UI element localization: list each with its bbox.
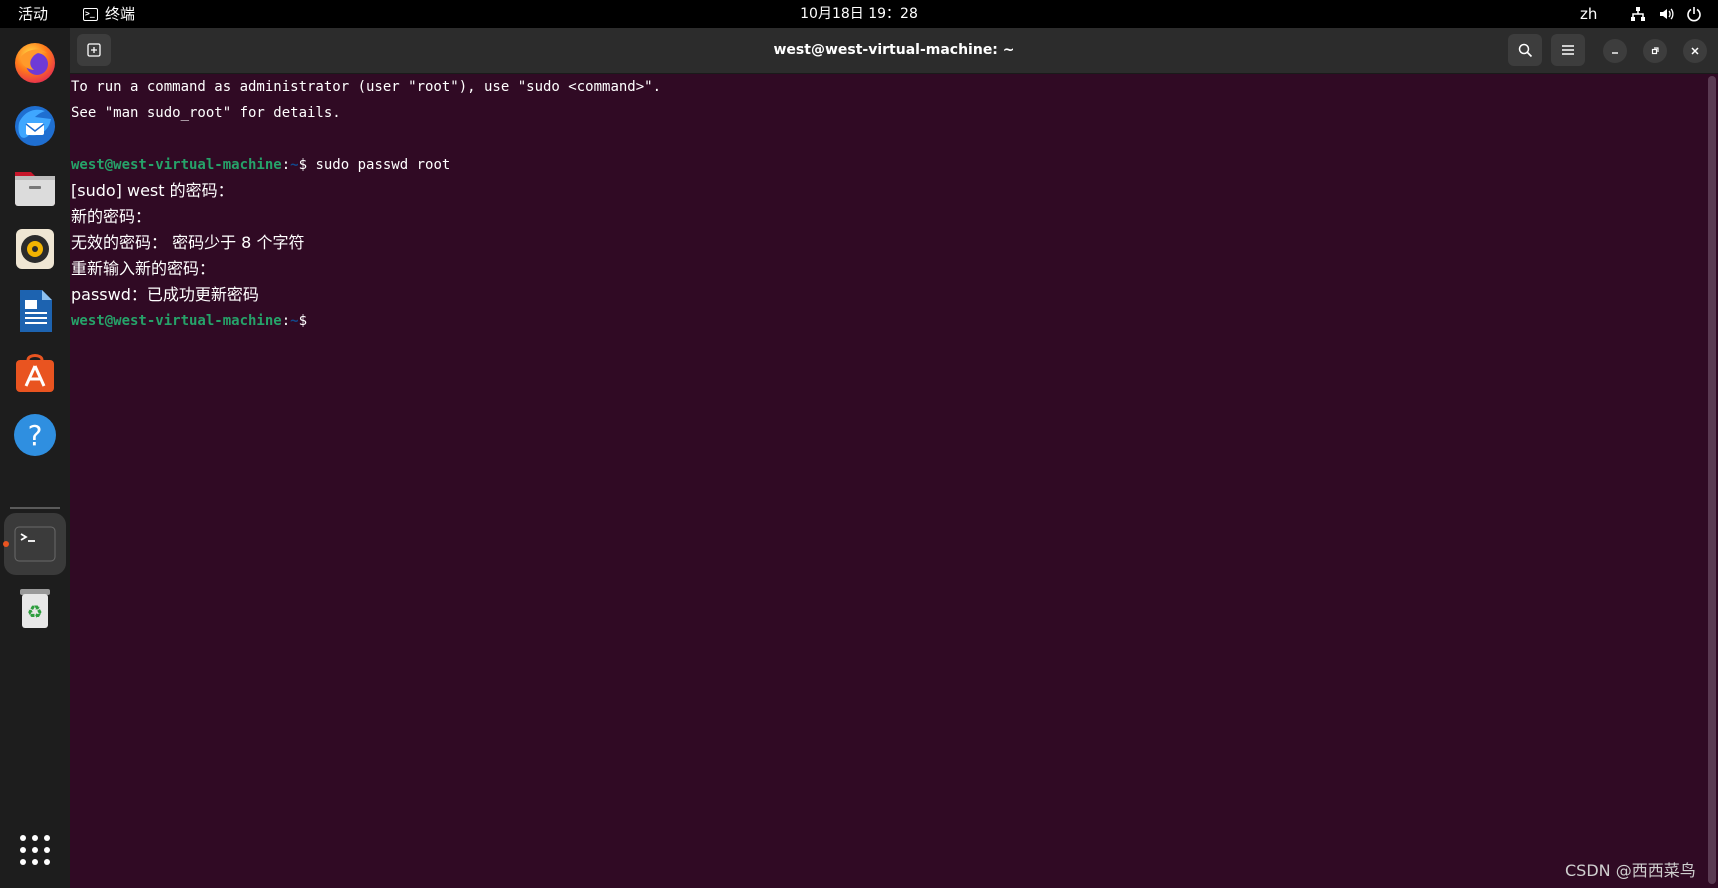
top-bar: 活动 >_ 终端 10月18日 19：28 zh [0, 0, 1718, 28]
minimize-icon [1612, 52, 1618, 54]
dock: ? ♻ [0, 28, 70, 888]
prompt-command: $ [298, 313, 308, 329]
terminal-icon [14, 526, 56, 562]
maximize-button[interactable] [1643, 39, 1667, 63]
prompt-path: ~ [290, 157, 299, 173]
terminal-prompt-line: west@west-virtual-machine:~$ [71, 308, 307, 334]
dock-files[interactable] [4, 156, 66, 218]
search-button[interactable] [1508, 34, 1542, 66]
show-apps-button[interactable] [4, 819, 66, 881]
terminal-line: See "man sudo_root" for details. [71, 105, 341, 121]
rhythmbox-icon [16, 229, 54, 269]
firefox-icon [15, 43, 55, 83]
trash-icon: ♻ [20, 589, 50, 628]
header-bar: west@west-virtual-machine: ~ [70, 28, 1718, 74]
terminal-line: 重新输入新的密码： [71, 259, 216, 278]
files-icon [15, 172, 55, 206]
hamburger-icon [1562, 45, 1574, 55]
volume-icon[interactable] [1658, 6, 1674, 22]
clock[interactable]: 10月18日 19：28 [0, 0, 1718, 28]
grid-icon [20, 835, 50, 865]
dock-trash[interactable]: ♻ [4, 577, 66, 639]
restore-icon [1651, 47, 1659, 55]
terminal-output[interactable]: To run a command as administrator (user … [71, 74, 1703, 884]
prompt-command: $ sudo passwd root [298, 157, 451, 173]
terminal-line: 新的密码： [71, 207, 152, 226]
prompt-user-host: west@west-virtual-machine [71, 157, 282, 173]
prompt-path: ~ [290, 313, 299, 329]
terminal-line: passwd：已成功更新密码 [71, 285, 259, 304]
prompt-separator: : [281, 313, 291, 329]
power-icon[interactable] [1686, 6, 1702, 22]
network-icon[interactable] [1630, 6, 1646, 22]
dock-writer[interactable] [4, 280, 66, 342]
terminal-line: To run a command as administrator (user … [71, 79, 662, 95]
close-button[interactable] [1683, 39, 1707, 63]
menu-button[interactable] [1551, 34, 1585, 66]
minimize-button[interactable] [1603, 39, 1627, 63]
writer-icon [20, 290, 52, 332]
app-center-icon [16, 354, 54, 392]
dock-separator [10, 507, 60, 509]
prompt-separator: : [281, 157, 291, 173]
scrollbar-thumb[interactable] [1708, 76, 1716, 884]
close-icon [1691, 47, 1699, 55]
terminal-prompt-line: west@west-virtual-machine:~$ sudo passwd… [71, 152, 450, 178]
running-indicator [3, 541, 9, 547]
scrollbar[interactable] [1708, 76, 1716, 884]
svg-text:?: ? [28, 419, 43, 452]
help-icon: ? [14, 414, 56, 456]
dock-rhythmbox[interactable] [4, 218, 66, 280]
dock-terminal[interactable] [3, 513, 66, 575]
prompt-user-host: west@west-virtual-machine [71, 313, 282, 329]
window-title: west@west-virtual-machine: ~ [773, 42, 1015, 58]
dock-thunderbird[interactable] [4, 94, 66, 156]
dock-firefox[interactable] [4, 31, 66, 93]
dock-app-center[interactable] [4, 342, 66, 404]
thunderbird-icon [15, 106, 55, 146]
dock-help[interactable]: ? [4, 404, 66, 466]
system-tray[interactable] [1630, 0, 1702, 28]
search-icon [1518, 43, 1532, 57]
svg-text:♻: ♻ [27, 602, 43, 623]
terminal-window: west@west-virtual-machine: ~ To run a co… [70, 28, 1718, 888]
terminal-line: 无效的密码： 密码少于 8 个字符 [71, 233, 305, 252]
watermark: CSDN @西西菜鸟 [1565, 861, 1696, 880]
terminal-line: [sudo] west 的密码： [71, 181, 234, 200]
input-language-indicator[interactable]: zh [1580, 0, 1597, 28]
